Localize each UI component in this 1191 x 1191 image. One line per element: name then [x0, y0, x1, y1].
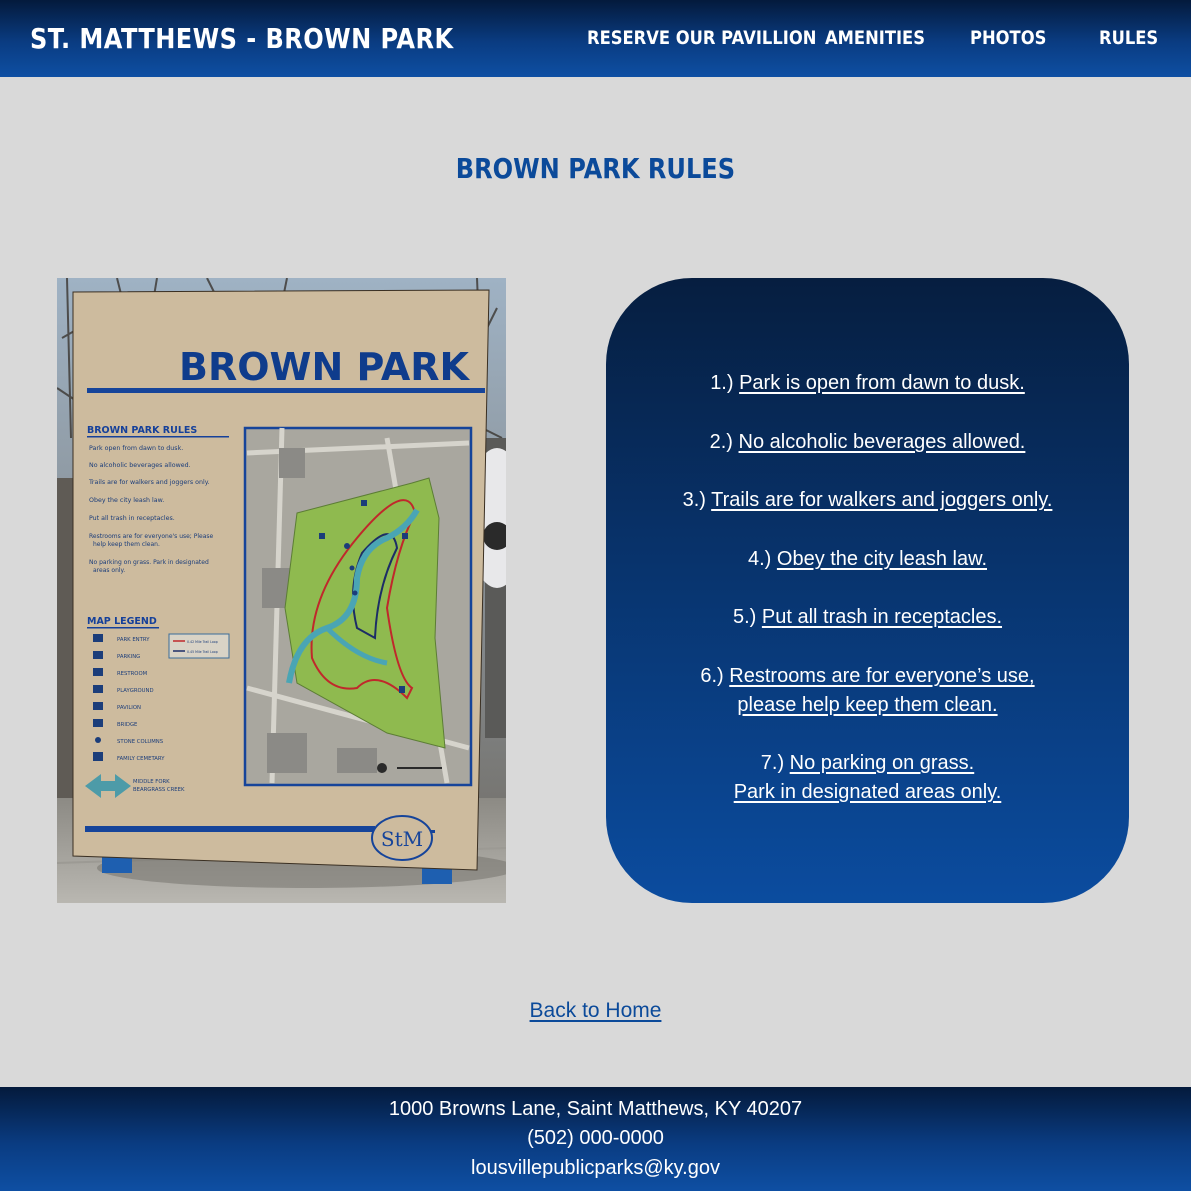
page-title-text: BROWN PARK RULES	[455, 152, 736, 185]
sign-title: BROWN PARK	[179, 345, 471, 389]
sign-legend-item: BRIDGE	[117, 722, 138, 728]
sign-rule: Put all trash in receptacles.	[89, 515, 175, 522]
rule-item: 2.) No alcoholic beverages allowed.	[606, 428, 1129, 457]
park-sign-photo: BROWN PARK BROWN PARK RULES Park open fr…	[57, 278, 506, 903]
sign-legend-heading: MAP LEGEND	[87, 616, 157, 627]
rule-number: 4.)	[747, 548, 772, 570]
footer-address: 1000 Browns Lane, Saint Matthews, KY 402…	[388, 1098, 803, 1120]
back-link-container: Back to Home	[0, 999, 1191, 1023]
site-footer: 1000 Browns Lane, Saint Matthews, KY 402…	[0, 1087, 1191, 1191]
rule-number: 1.)	[710, 372, 734, 394]
page-title: BROWN PARK RULES	[0, 152, 1191, 185]
rule-number: 5.)	[732, 606, 757, 628]
footer-phone: (502) 000-0000	[527, 1127, 664, 1149]
sign-logo: StM	[381, 827, 423, 851]
rule-text[interactable]: No parking on grass.	[790, 752, 975, 774]
sign-rule: Park open from dawn to dusk.	[89, 445, 183, 452]
nav-amenities[interactable]: AMENITIES	[825, 27, 925, 49]
nav-photos[interactable]: PHOTOS	[970, 27, 1046, 49]
sign-rule: Trails are for walkers and joggers only.	[88, 479, 210, 486]
sign-rule: Obey the city leash law.	[89, 497, 164, 504]
sign-rules-heading: BROWN PARK RULES	[87, 425, 197, 436]
site-title[interactable]: ST. MATTHEWS - BROWN PARK	[30, 22, 454, 55]
sign-legend-item: PARKING	[117, 654, 140, 660]
rule-text[interactable]: Trails are for walkers and joggers only.	[711, 489, 1052, 511]
rules-card: 1.) Park is open from dawn to dusk. 2.) …	[606, 278, 1129, 903]
sign-rule: No alcoholic beverages allowed.	[89, 462, 191, 469]
rule-text[interactable]: No alcoholic beverages allowed.	[739, 431, 1026, 453]
rule-text[interactable]: Restrooms are for everyone’s use,	[729, 665, 1034, 687]
back-to-home-link[interactable]: Back to Home	[530, 999, 662, 1022]
rule-item: 4.) Obey the city leash law.	[606, 545, 1129, 574]
sign-legend-item: RESTROOM	[117, 671, 148, 677]
sign-trail-label: 0.42 Mile Trail Loop	[187, 640, 218, 644]
rule-item: 6.) Restrooms are for everyone’s use, pl…	[606, 662, 1129, 720]
rule-item: 3.) Trails are for walkers and joggers o…	[606, 486, 1129, 515]
rule-item: 7.) No parking on grass. Park in designa…	[606, 749, 1129, 807]
rule-text[interactable]: please help keep them clean.	[737, 694, 997, 716]
nav-rules[interactable]: RULES	[1099, 27, 1158, 49]
footer-email[interactable]: lousvillepublicparks@ky.gov	[0, 1157, 1191, 1180]
rule-number: 3.)	[682, 489, 706, 511]
rule-item: 1.) Park is open from dawn to dusk.	[606, 369, 1129, 398]
rule-number: 7.)	[760, 752, 785, 774]
rule-text[interactable]: Park is open from dawn to dusk.	[739, 372, 1025, 394]
rule-number: 6.)	[700, 665, 724, 687]
sign-trail-label: 0.45 Mile Trail Loop	[187, 650, 218, 654]
sign-legend-item: FAMILY CEMETARY	[117, 756, 165, 762]
park-sign-image: BROWN PARK BROWN PARK RULES Park open fr…	[57, 278, 506, 903]
rule-item: 5.) Put all trash in receptacles.	[606, 603, 1129, 632]
sign-legend-item: PLAYGROUND	[117, 688, 154, 694]
nav-reserve-pavillion[interactable]: RESERVE OUR PAVILLION	[587, 27, 816, 49]
rule-number: 2.)	[709, 431, 733, 453]
rule-text[interactable]: Obey the city leash law.	[777, 548, 987, 570]
rule-text[interactable]: Put all trash in receptacles.	[762, 606, 1002, 628]
sign-legend-item: PARK ENTRY	[117, 637, 150, 643]
sign-legend-item: PAVILION	[117, 705, 141, 711]
sign-legend-item: STONE COLUMNS	[117, 739, 164, 745]
site-header: ST. MATTHEWS - BROWN PARK RESERVE OUR PA…	[0, 0, 1191, 77]
rule-text[interactable]: Park in designated areas only.	[734, 781, 1002, 803]
